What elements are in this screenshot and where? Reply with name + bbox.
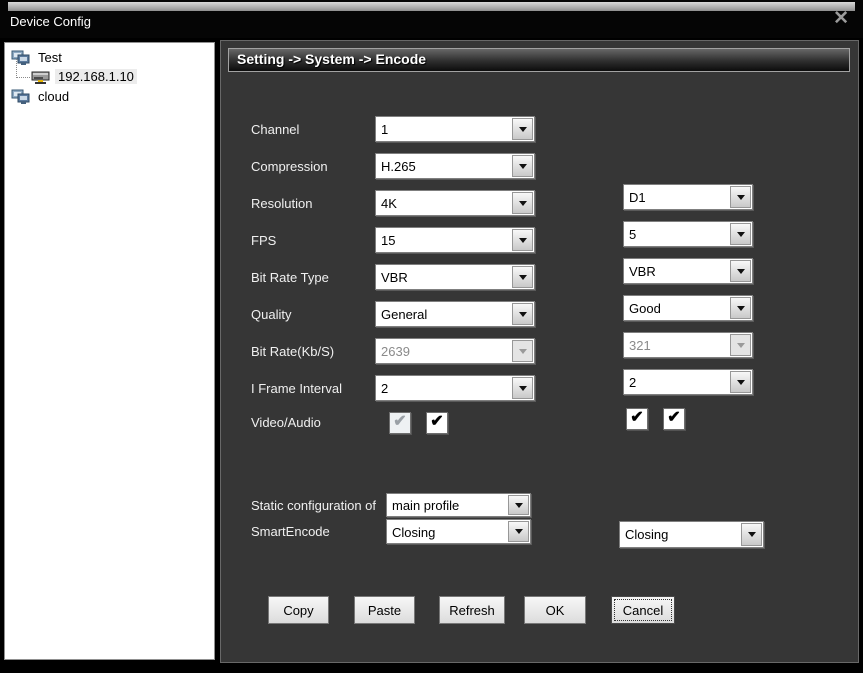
smart-encode-value-sub: Closing [620, 522, 740, 547]
dropdown-arrow-icon[interactable] [512, 303, 533, 325]
audio-checkbox-sub[interactable]: ✔ [663, 408, 685, 430]
smart-encode-label: SmartEncode [251, 524, 330, 539]
quality-label: Quality [251, 307, 291, 322]
dropdown-arrow-icon[interactable] [730, 371, 751, 393]
tree-item-label: Test [35, 50, 65, 65]
check-icon: ✔ [667, 410, 680, 426]
dropdown-arrow-icon[interactable] [730, 223, 751, 245]
device-tree-panel: Test 192.168.1.10 cloud [4, 42, 215, 660]
fps-value-sub: 5 [624, 222, 729, 246]
compression-select[interactable]: H.265 [375, 153, 535, 179]
bit-rate-type-select-sub[interactable]: VBR [623, 258, 753, 284]
fps-select-sub[interactable]: 5 [623, 221, 753, 247]
static-config-select[interactable]: main profile [386, 493, 531, 517]
video-checkbox-sub[interactable]: ✔ [626, 408, 648, 430]
quality-value-sub: Good [624, 296, 729, 320]
quality-select-main[interactable]: General [375, 301, 535, 327]
bit-rate-value-sub: 321 [624, 333, 729, 357]
paste-button[interactable]: Paste [354, 596, 415, 624]
dropdown-arrow-icon[interactable] [512, 192, 533, 214]
i-frame-interval-value-sub: 2 [624, 370, 729, 394]
smart-encode-value-main: Closing [387, 520, 507, 543]
bit-rate-type-select-main[interactable]: VBR [375, 264, 535, 290]
dropdown-arrow-icon[interactable] [512, 266, 533, 288]
network-device-icon [31, 69, 51, 85]
copy-button[interactable]: Copy [268, 596, 329, 624]
title-bar-gloss [8, 2, 855, 11]
window-title: Device Config [10, 14, 91, 29]
tree-item-label: 192.168.1.10 [55, 69, 137, 84]
check-icon: ✔ [430, 414, 443, 430]
video-checkbox-main: ✔ [389, 412, 411, 434]
dropdown-arrow-icon[interactable] [508, 495, 529, 515]
resolution-select-sub[interactable]: D1 [623, 184, 753, 210]
static-config-label: Static configuration of [251, 498, 376, 513]
audio-checkbox-main[interactable]: ✔ [426, 412, 448, 434]
channel-select[interactable]: 1 [375, 116, 535, 142]
tree-connector [16, 59, 30, 78]
i-frame-interval-select-main[interactable]: 2 [375, 375, 535, 401]
bit-rate-type-value-sub: VBR [624, 259, 729, 283]
fps-label: FPS [251, 233, 276, 248]
bit-rate-value-main: 2639 [376, 339, 511, 363]
channel-value: 1 [376, 117, 511, 141]
resolution-label: Resolution [251, 196, 312, 211]
dropdown-arrow-icon[interactable] [508, 521, 529, 542]
encode-settings-panel: Setting -> System -> Encode Channel Comp… [220, 40, 859, 663]
i-frame-interval-value-main: 2 [376, 376, 511, 400]
close-icon[interactable]: ✕ [833, 9, 849, 29]
ok-button[interactable]: OK [524, 596, 586, 624]
fps-select-main[interactable]: 15 [375, 227, 535, 253]
tree-item-cloud[interactable]: cloud [11, 87, 72, 106]
title-bar: Device Config ✕ [0, 0, 863, 38]
video-audio-label: Video/Audio [251, 415, 321, 430]
dropdown-arrow-icon[interactable] [512, 377, 533, 399]
compression-label: Compression [251, 159, 328, 174]
breadcrumb: Setting -> System -> Encode [237, 51, 426, 67]
dropdown-arrow-icon[interactable] [512, 155, 533, 177]
dropdown-arrow-icon[interactable] [512, 229, 533, 251]
refresh-button[interactable]: Refresh [439, 596, 505, 624]
i-frame-interval-select-sub[interactable]: 2 [623, 369, 753, 395]
smart-encode-select-main[interactable]: Closing [386, 519, 531, 544]
quality-value-main: General [376, 302, 511, 326]
compression-value: H.265 [376, 154, 511, 178]
dropdown-arrow-icon[interactable] [730, 297, 751, 319]
breadcrumb-header: Setting -> System -> Encode [228, 48, 850, 72]
dropdown-arrow-icon[interactable] [730, 260, 751, 282]
check-icon: ✔ [393, 414, 406, 430]
dropdown-arrow-icon[interactable] [741, 523, 762, 546]
channel-label: Channel [251, 122, 299, 137]
resolution-value-sub: D1 [624, 185, 729, 209]
static-config-value: main profile [387, 494, 507, 516]
dropdown-arrow-icon[interactable] [730, 186, 751, 208]
dropdown-arrow-icon [512, 340, 533, 362]
tree-item-label: cloud [35, 89, 72, 104]
fps-value-main: 15 [376, 228, 511, 252]
tree-item-device[interactable]: 192.168.1.10 [31, 67, 137, 86]
i-frame-interval-label: I Frame Interval [251, 381, 342, 396]
bit-rate-label: Bit Rate(Kb/S) [251, 344, 334, 359]
quality-select-sub[interactable]: Good [623, 295, 753, 321]
resolution-select-main[interactable]: 4K [375, 190, 535, 216]
resolution-value-main: 4K [376, 191, 511, 215]
device-group-icon [11, 89, 31, 105]
cancel-button[interactable]: Cancel [611, 596, 675, 624]
dropdown-arrow-icon[interactable] [512, 118, 533, 140]
bit-rate-select-sub: 321 [623, 332, 753, 358]
bit-rate-select-main: 2639 [375, 338, 535, 364]
smart-encode-select-sub[interactable]: Closing [619, 521, 764, 548]
bit-rate-type-value-main: VBR [376, 265, 511, 289]
bit-rate-type-label: Bit Rate Type [251, 270, 329, 285]
dropdown-arrow-icon [730, 334, 751, 356]
check-icon: ✔ [630, 410, 643, 426]
